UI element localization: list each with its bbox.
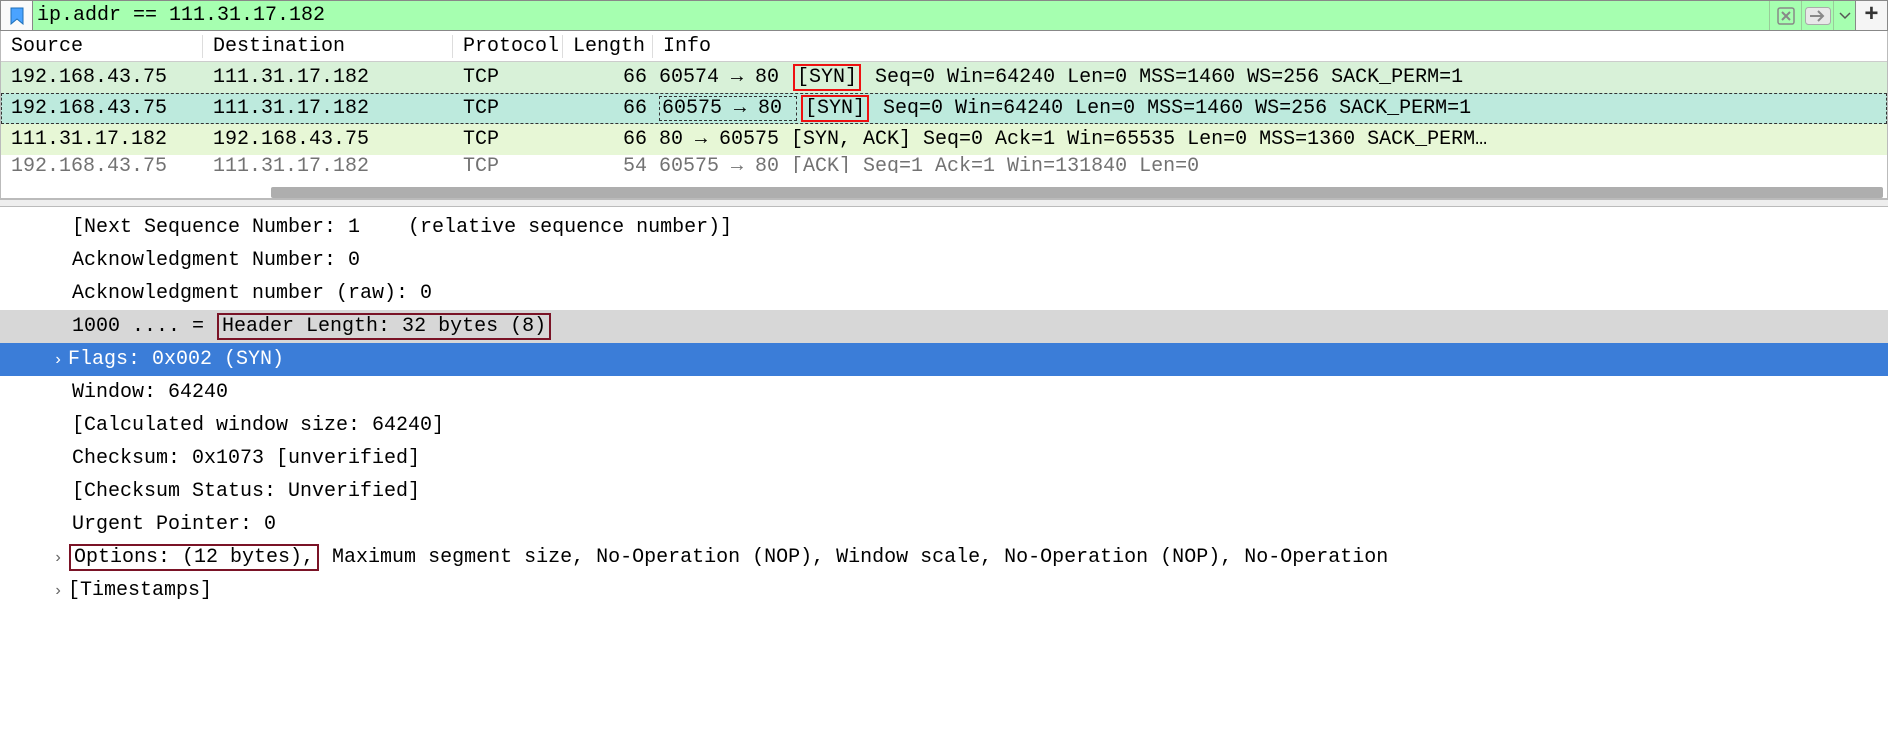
apply-filter-button[interactable] — [1801, 1, 1833, 30]
detail-text: Flags: 0x002 (SYN) — [68, 348, 284, 371]
detail-text: [Next Sequence Number: 1 (relative seque… — [72, 216, 732, 239]
info-text: 80 → 60575 [SYN, ACK] Seq=0 Ack=1 Win=65… — [659, 128, 1487, 151]
detail-text: Acknowledgment number (raw): 0 — [72, 282, 432, 305]
detail-calc-window[interactable]: [Calculated window size: 64240] — [0, 409, 1888, 442]
detail-text: [Checksum Status: Unverified] — [72, 480, 420, 503]
display-filter-input[interactable] — [33, 1, 1769, 30]
cell-length: 66 — [563, 66, 653, 89]
arrow-right-icon — [1805, 7, 1831, 25]
cell-length: 66 — [563, 128, 653, 151]
col-destination[interactable]: Destination — [203, 35, 453, 58]
cell-destination: 192.168.43.75 — [203, 128, 453, 151]
cell-destination: 111.31.17.182 — [203, 97, 453, 120]
col-protocol[interactable]: Protocol — [453, 35, 563, 58]
cell-info: 60575 → 80 [ACK] Seq=1 Ack=1 Win=131840 … — [653, 155, 1887, 173]
packet-row[interactable]: 111.31.17.182 192.168.43.75 TCP 66 80 → … — [1, 124, 1887, 155]
pane-splitter[interactable] — [0, 199, 1888, 207]
packet-list-header[interactable]: Source Destination Protocol Length Info — [1, 31, 1887, 62]
packet-row[interactable]: 192.168.43.75 111.31.17.182 TCP 54 60575… — [1, 155, 1887, 173]
info-post: Seq=0 Win=64240 Len=0 MSS=1460 WS=256 SA… — [863, 66, 1463, 89]
cell-info: 60575 → 80 [SYN] Seq=0 Win=64240 Len=0 M… — [653, 95, 1887, 122]
cell-info: 80 → 60575 [SYN, ACK] Seq=0 Ack=1 Win=65… — [653, 128, 1887, 151]
cell-length: 54 — [563, 155, 653, 173]
detail-ack-raw[interactable]: Acknowledgment number (raw): 0 — [0, 277, 1888, 310]
cell-source: 192.168.43.75 — [1, 155, 203, 173]
detail-ack-number[interactable]: Acknowledgment Number: 0 — [0, 244, 1888, 277]
col-info[interactable]: Info — [653, 35, 1887, 58]
detail-checksum[interactable]: Checksum: 0x1073 [unverified] — [0, 442, 1888, 475]
chevron-right-icon: › — [48, 351, 68, 369]
filter-dropdown-button[interactable] — [1833, 1, 1855, 30]
cell-source: 111.31.17.182 — [1, 128, 203, 151]
packet-row[interactable]: 192.168.43.75 111.31.17.182 TCP 66 60574… — [1, 62, 1887, 93]
detail-text: Urgent Pointer: 0 — [72, 513, 276, 536]
cell-protocol: TCP — [453, 128, 563, 151]
cell-source: 192.168.43.75 — [1, 97, 203, 120]
detail-text: Checksum: 0x1073 [unverified] — [72, 447, 420, 470]
packet-details[interactable]: [Next Sequence Number: 1 (relative seque… — [0, 207, 1888, 627]
detail-text: [Calculated window size: 64240] — [72, 414, 444, 437]
filter-bookmark-button[interactable] — [1, 1, 33, 30]
clear-filter-button[interactable] — [1769, 1, 1801, 30]
close-icon — [1777, 7, 1795, 25]
bookmark-icon — [10, 7, 24, 25]
info-pre: 60574 → 80 — [659, 66, 791, 89]
cell-destination: 111.31.17.182 — [203, 155, 453, 173]
packet-row-selected[interactable]: 192.168.43.75 111.31.17.182 TCP 66 60575… — [1, 93, 1887, 124]
detail-next-seq[interactable]: [Next Sequence Number: 1 (relative seque… — [0, 211, 1888, 244]
syn-flag-highlight: [SYN] — [793, 64, 861, 91]
chevron-right-icon: › — [48, 582, 68, 600]
options-highlight: Options: (12 bytes), — [69, 544, 319, 571]
info-post: Seq=0 Win=64240 Len=0 MSS=1460 WS=256 SA… — [871, 97, 1471, 120]
cell-source: 192.168.43.75 — [1, 66, 203, 89]
col-source[interactable]: Source — [1, 35, 203, 58]
cell-protocol: TCP — [453, 66, 563, 89]
cell-info: 60574 → 80 [SYN] Seq=0 Win=64240 Len=0 M… — [653, 64, 1887, 91]
detail-flags[interactable]: › Flags: 0x002 (SYN) — [0, 343, 1888, 376]
plus-icon: + — [1864, 2, 1878, 29]
detail-text: 1000 .... = — [72, 315, 216, 338]
syn-flag-highlight: [SYN] — [801, 95, 869, 122]
detail-urgent-pointer[interactable]: Urgent Pointer: 0 — [0, 508, 1888, 541]
info-pre: 60575 → 80 — [659, 96, 797, 121]
detail-timestamps[interactable]: › [Timestamps] — [0, 574, 1888, 607]
header-length-highlight: Header Length: 32 bytes (8) — [217, 313, 551, 340]
detail-text: Window: 64240 — [72, 381, 228, 404]
cell-length: 66 — [563, 97, 653, 120]
cell-protocol: TCP — [453, 155, 563, 173]
col-length[interactable]: Length — [563, 35, 653, 58]
detail-header-length[interactable]: 1000 .... = Header Length: 32 bytes (8) — [0, 310, 1888, 343]
detail-options[interactable]: › Options: (12 bytes), Maximum segment s… — [0, 541, 1888, 574]
cell-protocol: TCP — [453, 97, 563, 120]
detail-text: [Timestamps] — [68, 579, 212, 602]
cell-destination: 111.31.17.182 — [203, 66, 453, 89]
horizontal-scrollbar[interactable] — [271, 187, 1883, 198]
chevron-right-icon: › — [48, 549, 68, 567]
detail-window[interactable]: Window: 64240 — [0, 376, 1888, 409]
detail-text: Acknowledgment Number: 0 — [72, 249, 360, 272]
chevron-down-icon — [1839, 12, 1851, 20]
detail-text: Maximum segment size, No-Operation (NOP)… — [320, 546, 1388, 569]
detail-checksum-status[interactable]: [Checksum Status: Unverified] — [0, 475, 1888, 508]
info-text: 60575 → 80 [ACK] Seq=1 Ack=1 Win=131840 … — [659, 155, 1199, 173]
packet-list[interactable]: Source Destination Protocol Length Info … — [0, 31, 1888, 199]
add-filter-button[interactable]: + — [1856, 0, 1888, 31]
